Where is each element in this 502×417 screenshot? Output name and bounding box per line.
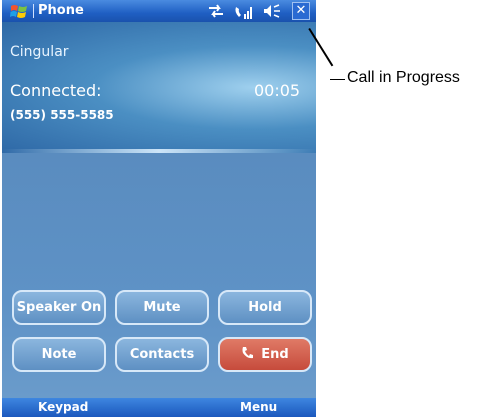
mute-label: Mute xyxy=(143,300,181,315)
call-timer: 00:05 xyxy=(254,81,301,100)
softkey-keypad[interactable]: Keypad xyxy=(38,400,88,414)
callout-label: Call in Progress xyxy=(347,69,460,86)
softkey-menu[interactable]: Menu xyxy=(240,400,277,414)
carrier-name: Cingular xyxy=(10,44,69,60)
call-signal-icon[interactable] xyxy=(233,3,255,20)
app-title: Phone xyxy=(38,3,84,18)
hold-button[interactable]: Hold xyxy=(218,290,312,325)
phone-number: (555) 555-5585 xyxy=(10,108,114,122)
phone-handset-icon xyxy=(242,347,254,359)
end-label: End xyxy=(261,347,289,362)
title-separator xyxy=(33,4,34,18)
note-label: Note xyxy=(41,347,77,362)
hold-label: Hold xyxy=(248,300,282,315)
call-info-panel: Cingular Connected: 00:05 (555) 555-5585 xyxy=(2,22,316,153)
close-button[interactable]: ✕ xyxy=(292,2,310,20)
title-bar: Phone ✕ xyxy=(2,0,316,22)
windows-flag-icon[interactable] xyxy=(10,3,28,19)
softkey-bar: Keypad Menu xyxy=(2,398,316,417)
callout-leader-tick xyxy=(330,79,345,80)
speaker-icon[interactable] xyxy=(262,3,282,19)
mute-button[interactable]: Mute xyxy=(115,290,209,325)
note-button[interactable]: Note xyxy=(12,337,106,372)
connectivity-arrows-icon[interactable] xyxy=(207,3,225,19)
call-controls-area: Speaker On Mute Hold Note Contacts End xyxy=(2,153,316,398)
call-status: Connected: xyxy=(10,81,102,100)
speaker-on-button[interactable]: Speaker On xyxy=(12,290,106,325)
contacts-label: Contacts xyxy=(129,347,195,362)
contacts-button[interactable]: Contacts xyxy=(115,337,209,372)
phone-screen: Phone ✕ Cingular Connected: 00:05 (555) … xyxy=(2,0,316,417)
speaker-on-label: Speaker On xyxy=(16,300,102,315)
end-call-button[interactable]: End xyxy=(218,337,312,372)
